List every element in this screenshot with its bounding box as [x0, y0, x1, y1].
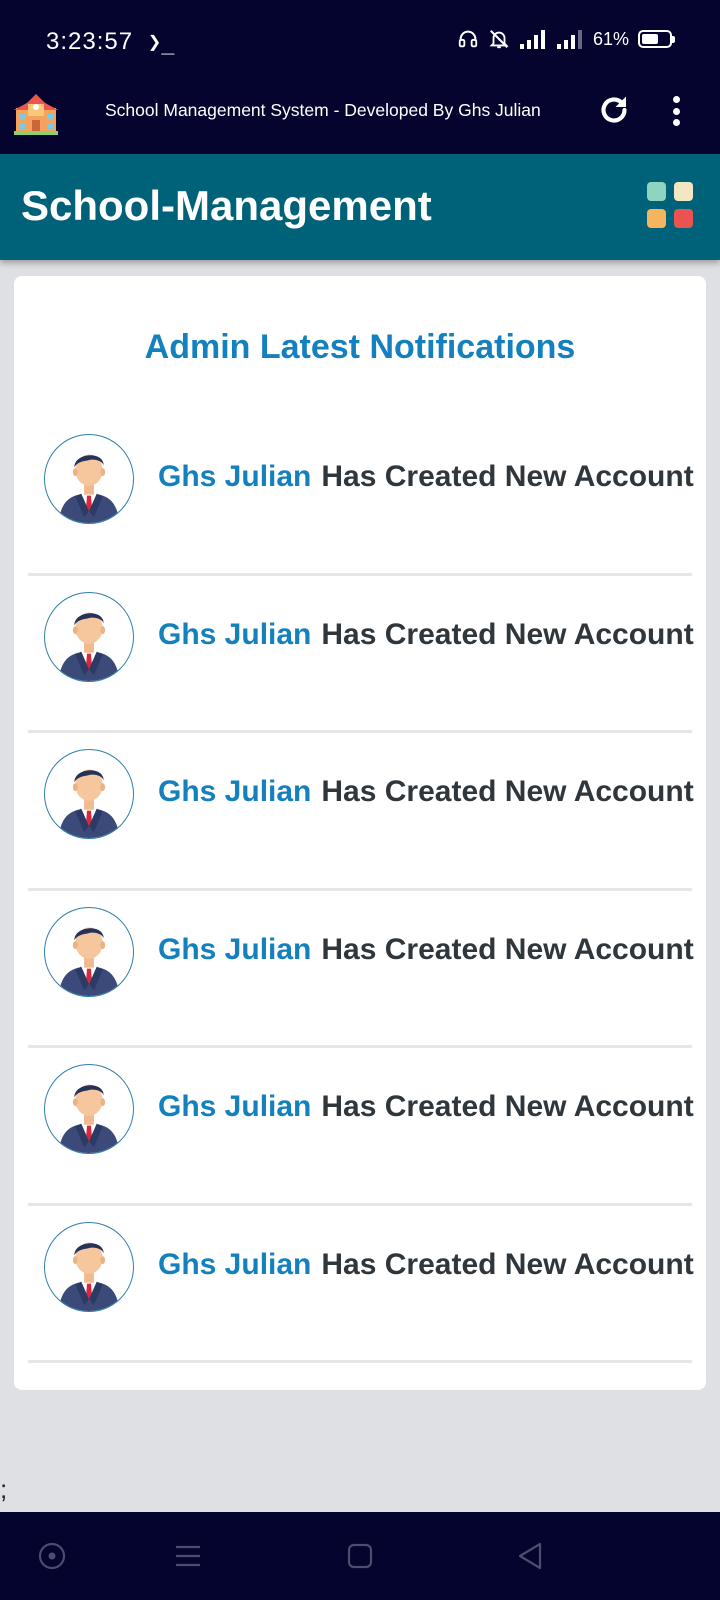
notification-message: Has Created New Account	[321, 775, 694, 808]
signal-icon-1	[519, 30, 545, 49]
assistant-circle-icon[interactable]	[36, 1540, 68, 1572]
user-avatar-icon	[44, 1221, 134, 1312]
notification-message: Has Created New Account	[321, 617, 694, 651]
status-time: 3:23:57	[46, 28, 134, 55]
system-nav-bar	[0, 1512, 720, 1600]
notification-item[interactable]: Ghs Julian Has Created New Account	[28, 733, 694, 891]
user-avatar-icon	[44, 591, 134, 682]
recent-apps-icon[interactable]	[172, 1540, 204, 1572]
notification-user-name[interactable]: Ghs Julian	[158, 460, 311, 493]
user-avatar-icon	[44, 1064, 134, 1154]
apps-grid-icon[interactable]	[647, 182, 693, 228]
notification-message: Has Created New Account	[321, 1247, 694, 1281]
notification-item[interactable]: Ghs Julian Has Created New Account	[28, 1206, 694, 1363]
notification-message: Has Created New Account	[321, 932, 694, 966]
refresh-icon[interactable]	[596, 92, 632, 128]
notification-text: Ghs Julian Has Created New Account	[158, 460, 694, 494]
notification-item[interactable]: Ghs Julian Has Created New Account	[28, 1048, 694, 1206]
notification-text: Ghs Julian Has Created New Account	[158, 618, 694, 652]
notification-item[interactable]: Ghs Julian Has Created New Account	[28, 576, 694, 733]
school-building-icon	[14, 94, 58, 135]
home-square-icon[interactable]	[344, 1540, 376, 1572]
notification-item[interactable]: Ghs Julian Has Created New Account	[28, 891, 694, 1048]
app-title: School Management System - Developed By …	[105, 100, 541, 120]
app-bar: School Management System - Developed By …	[0, 88, 720, 154]
signal-icon-2	[556, 30, 582, 49]
notifications-card: Admin Latest Notifications Ghs Julian Has…	[14, 276, 706, 1390]
page-title: School-Management	[21, 182, 432, 229]
page-header: School-Management	[0, 154, 720, 260]
user-avatar-icon	[44, 906, 134, 997]
stray-text: ;	[0, 1474, 8, 1504]
card-title: Admin Latest Notifications	[144, 328, 576, 366]
bell-off-icon	[489, 30, 509, 49]
terminal-icon: ❯_	[148, 30, 175, 55]
notification-user-name[interactable]: Ghs Julian	[158, 618, 311, 651]
status-icons: 61%	[457, 28, 675, 50]
more-vert-icon[interactable]	[672, 96, 680, 126]
grid-cell	[647, 182, 666, 201]
battery-percent: 61%	[592, 28, 629, 49]
grid-cell	[674, 209, 693, 228]
user-avatar-icon	[44, 434, 134, 524]
status-bar: 3:23:57 ❯_ 61%	[0, 0, 720, 88]
notification-text: Ghs Julian Has Created New Account	[158, 1248, 694, 1282]
headphones-icon	[458, 30, 478, 48]
notification-user-name[interactable]: Ghs Julian	[158, 933, 311, 966]
notification-user-name[interactable]: Ghs Julian	[158, 1248, 311, 1281]
notification-message: Has Created New Account	[321, 460, 694, 493]
notification-text: Ghs Julian Has Created New Account	[158, 1090, 694, 1124]
notification-text: Ghs Julian Has Created New Account	[158, 775, 694, 809]
notification-item[interactable]: Ghs Julian Has Created New Account	[28, 418, 694, 576]
notification-user-name[interactable]: Ghs Julian	[158, 1090, 311, 1123]
grid-cell	[647, 209, 666, 228]
user-avatar-icon	[44, 749, 134, 839]
notification-list: Ghs Julian Has Created New Account Ghs Ju…	[28, 418, 694, 1363]
notification-user-name[interactable]: Ghs Julian	[158, 775, 311, 808]
battery-icon	[638, 30, 675, 48]
notification-message: Has Created New Account	[321, 1090, 694, 1123]
back-triangle-icon[interactable]	[514, 1540, 546, 1572]
notification-text: Ghs Julian Has Created New Account	[158, 933, 694, 967]
battery-fill	[642, 34, 658, 44]
grid-cell	[674, 182, 693, 201]
